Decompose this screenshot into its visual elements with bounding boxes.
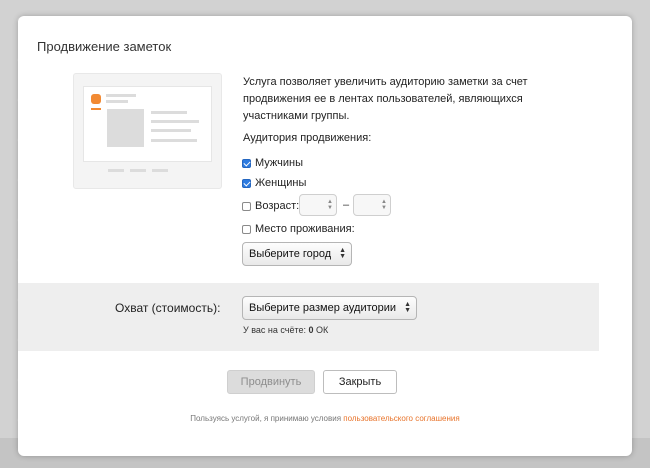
audience-label: Аудитория продвижения: [243,132,372,144]
age-label: Возраст: [255,200,300,212]
option-men[interactable]: Мужчины [242,157,303,169]
service-description: Услуга позволяет увеличить аудиторию зам… [243,76,528,122]
promote-button[interactable]: Продвинуть [227,370,315,394]
preview-footer-line [108,169,124,172]
preview-accent-line [91,108,101,110]
city-select-value: Выберите город [249,248,332,260]
residence-checkbox[interactable] [242,224,251,234]
women-label: Женщины [255,177,307,189]
account-balance: У вас на счёте: 0 ОК [243,325,328,335]
preview-paper [83,86,212,162]
preview-line [106,100,128,103]
option-women[interactable]: Женщины [242,177,306,189]
stepper-arrows-icon[interactable]: ▲ ▼ [327,199,333,211]
select-arrows-icon: ▲ ▼ [339,247,346,260]
women-checkbox[interactable] [242,178,251,188]
balance-prefix: У вас на счёте: [243,325,309,335]
dialog-title: Продвижение заметок [37,39,172,54]
age-to-stepper[interactable]: ▲ ▼ [353,194,391,216]
reach-label: Охват (стоимость): [115,301,221,315]
residence-label: Место проживания: [255,223,355,235]
preview-footer-line [130,169,146,172]
balance-unit: ОК [313,325,329,335]
city-select[interactable]: Выберите город ▲ ▼ [242,242,352,266]
promotion-dialog: Продвижение заметок Услуга позволяет уве… [18,16,632,456]
preview-line [151,139,197,142]
user-agreement-link[interactable]: пользовательского соглашения [343,414,459,423]
preview-line [151,120,199,123]
select-arrows-icon: ▲ ▼ [404,301,411,314]
audience-size-select[interactable]: Выберите размер аудитории ▲ ▼ [242,296,417,320]
stepper-arrows-icon[interactable]: ▲ ▼ [381,199,387,211]
note-preview-illustration [73,73,222,189]
age-range-separator: – [343,199,350,211]
close-button[interactable]: Закрыть [323,370,397,394]
preview-image-icon [107,109,144,147]
preview-line [106,94,136,97]
men-checkbox[interactable] [242,158,251,168]
option-age[interactable]: Возраст: [242,200,299,212]
audience-size-select-value: Выберите размер аудитории [249,302,397,314]
option-residence[interactable]: Место проживания: [242,223,355,235]
age-checkbox[interactable] [242,201,251,211]
preview-line [151,129,191,132]
men-label: Мужчины [255,157,304,169]
avatar-icon [91,94,101,104]
terms-notice: Пользуясь услугой, я принимаю условия по… [18,414,632,423]
terms-text: Пользуясь услугой, я принимаю условия [190,414,344,423]
preview-footer-line [152,169,168,172]
age-from-stepper[interactable]: ▲ ▼ [299,194,337,216]
preview-line [151,111,187,114]
